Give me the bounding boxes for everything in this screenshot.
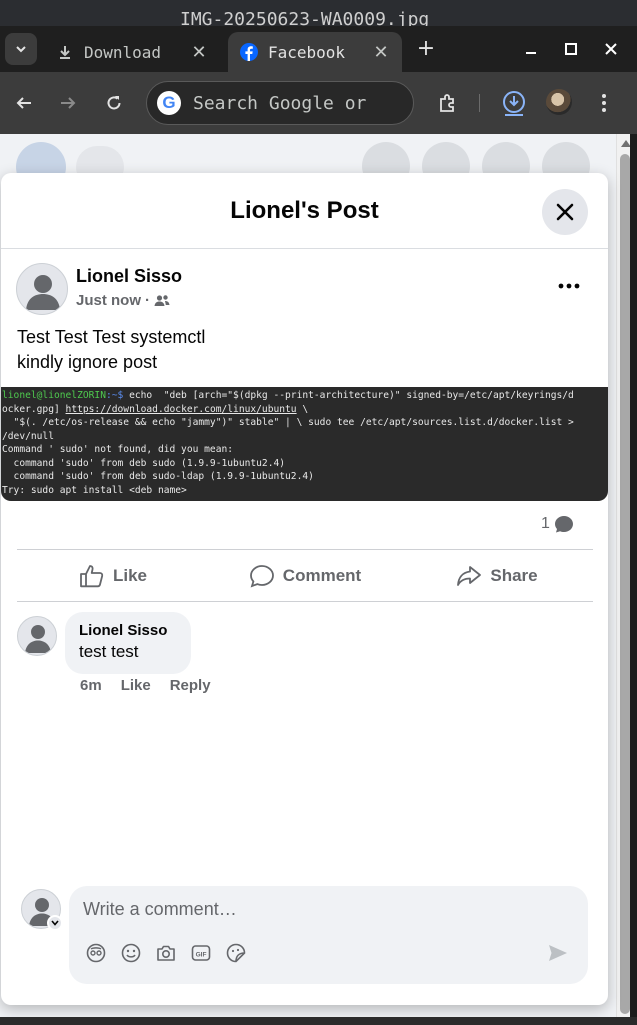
dialog-header: Lionel's Post xyxy=(1,173,608,249)
share-label: Share xyxy=(490,565,538,585)
svg-text:GIF: GIF xyxy=(196,951,207,958)
comment-button[interactable]: Comment xyxy=(209,550,401,601)
terminal-line: \ xyxy=(296,403,309,415)
back-arrow-icon[interactable] xyxy=(10,89,38,117)
post-body: Test Test Test systemctl kindly ignore p… xyxy=(17,325,205,375)
like-label: Like xyxy=(112,565,148,585)
chevron-down-icon xyxy=(16,46,26,53)
close-tab-icon[interactable]: ✕ xyxy=(190,42,208,63)
tab-download[interactable]: Download ✕ xyxy=(44,32,220,72)
meta-separator: · xyxy=(145,292,151,309)
emoji-icon[interactable] xyxy=(120,942,142,964)
terminal-user: lionel@lionelZORIN xyxy=(2,390,106,401)
comment-text: test test xyxy=(79,642,139,661)
terminal-link: https://download.docker.com/linux/ubuntu xyxy=(65,403,297,415)
comment-author-avatar[interactable] xyxy=(17,616,57,656)
close-dialog-button[interactable] xyxy=(542,189,588,235)
post-dialog: Lionel's Post Lionel Sisso Just now · Te… xyxy=(1,173,608,1005)
google-icon: G xyxy=(157,91,181,115)
post-options-button[interactable] xyxy=(549,271,589,301)
maximize-icon[interactable] xyxy=(558,36,584,62)
terminal-line: Command ' sudo' not found, did you mean: xyxy=(2,444,234,455)
terminal-line: echo "deb [arch="$(dpkg --print-architec… xyxy=(123,390,574,401)
profile-avatar[interactable] xyxy=(546,89,572,115)
address-placeholder: Search Google or xyxy=(193,92,367,114)
share-button[interactable]: Share xyxy=(401,550,593,601)
address-bar[interactable]: G Search Google or xyxy=(146,81,414,125)
avatar-sticker-icon[interactable] xyxy=(85,942,107,964)
terminal-line: "$(. /etc/os-release && echo "jammy")" s… xyxy=(2,417,574,428)
terminal-line: command 'sudo' from deb sudo (1.9.9-1ubu… xyxy=(2,457,286,469)
comment-count[interactable]: 1 xyxy=(541,515,574,533)
terminal-line: /dev/null xyxy=(2,430,54,442)
new-tab-button[interactable]: + xyxy=(414,38,438,62)
post-author-avatar[interactable] xyxy=(16,263,68,315)
comment-bubble-icon xyxy=(554,516,573,533)
background-window-edge xyxy=(630,134,637,1025)
close-window-icon[interactable] xyxy=(598,36,624,62)
comment-bubble: Lionel Sisso test test xyxy=(65,612,191,674)
browser-toolbar: G Search Google or xyxy=(0,72,637,134)
screen: { "behind": { "filename": "IMG-20250623-… xyxy=(0,0,637,1025)
friends-icon[interactable] xyxy=(154,294,170,308)
comment-composer: GIF xyxy=(69,886,588,984)
share-icon xyxy=(457,565,482,586)
forward-arrow-icon[interactable] xyxy=(54,89,82,117)
comment-author[interactable]: Lionel Sisso xyxy=(79,622,177,639)
tab-label: Facebook xyxy=(268,42,346,62)
more-horizontal-icon xyxy=(558,283,580,289)
menu-kebab-icon[interactable] xyxy=(590,89,618,117)
tab-facebook[interactable]: Facebook ✕ xyxy=(228,32,402,72)
downloads-icon[interactable] xyxy=(500,89,528,117)
post-text-line: kindly ignore post xyxy=(17,352,158,372)
close-tab-icon[interactable]: ✕ xyxy=(372,42,390,63)
comment-time[interactable]: 6m xyxy=(80,677,102,694)
comment-reply-link[interactable]: Reply xyxy=(170,677,211,694)
post-text-line: Test Test Test systemctl xyxy=(17,327,206,347)
terminal-path: :~$ xyxy=(105,390,124,401)
chevron-down-icon[interactable] xyxy=(47,915,63,931)
composer-tools: GIF xyxy=(85,942,260,964)
taskbar-edge xyxy=(0,1017,637,1025)
gif-icon[interactable]: GIF xyxy=(190,942,212,964)
background-filename: IMG-20250623-WA0009.jpg xyxy=(180,9,430,26)
post-image-terminal-screenshot[interactable]: lionel@lionelZORIN:~$ echo "deb [arch="$… xyxy=(1,387,608,501)
tab-label: Download xyxy=(84,42,162,62)
close-icon xyxy=(556,203,574,221)
post-action-bar: Like Comment Share xyxy=(17,549,593,602)
toolbar-divider xyxy=(479,94,480,112)
scrollbar-thumb[interactable] xyxy=(620,154,630,1014)
comment-count-value: 1 xyxy=(541,515,550,532)
camera-icon[interactable] xyxy=(155,942,177,964)
terminal-line: ocker.gpg] xyxy=(2,403,66,415)
terminal-line: command 'sudo' from deb sudo-ldap (1.9.9… xyxy=(2,471,314,482)
download-icon xyxy=(56,43,74,61)
like-button[interactable]: Like xyxy=(17,550,209,601)
send-icon[interactable] xyxy=(547,942,569,964)
thumbs-up-icon xyxy=(80,564,104,587)
extensions-icon[interactable] xyxy=(433,89,461,117)
comment-icon xyxy=(249,564,274,587)
comment-label: Comment xyxy=(282,565,362,585)
facebook-icon xyxy=(240,43,258,61)
tab-bar: Download ✕ Facebook ✕ + xyxy=(0,26,637,72)
sticker-icon[interactable] xyxy=(225,942,247,964)
post-timestamp[interactable]: Just now xyxy=(76,292,141,309)
comment-input[interactable] xyxy=(83,896,503,922)
post-author-name[interactable]: Lionel Sisso xyxy=(76,266,182,287)
dialog-title: Lionel's Post xyxy=(230,197,379,224)
post-meta: Just now · xyxy=(76,292,170,309)
tab-search-button[interactable] xyxy=(5,33,37,65)
reload-icon[interactable] xyxy=(100,89,128,117)
background-window-title: IMG-20250623-WA0009.jpg xyxy=(0,0,637,26)
comment-like-link[interactable]: Like xyxy=(121,677,151,694)
comment-actions: 6m Like Reply xyxy=(80,677,230,694)
minimize-icon[interactable] xyxy=(518,36,544,62)
terminal-line: Try: sudo apt install <deb name> xyxy=(2,484,187,496)
